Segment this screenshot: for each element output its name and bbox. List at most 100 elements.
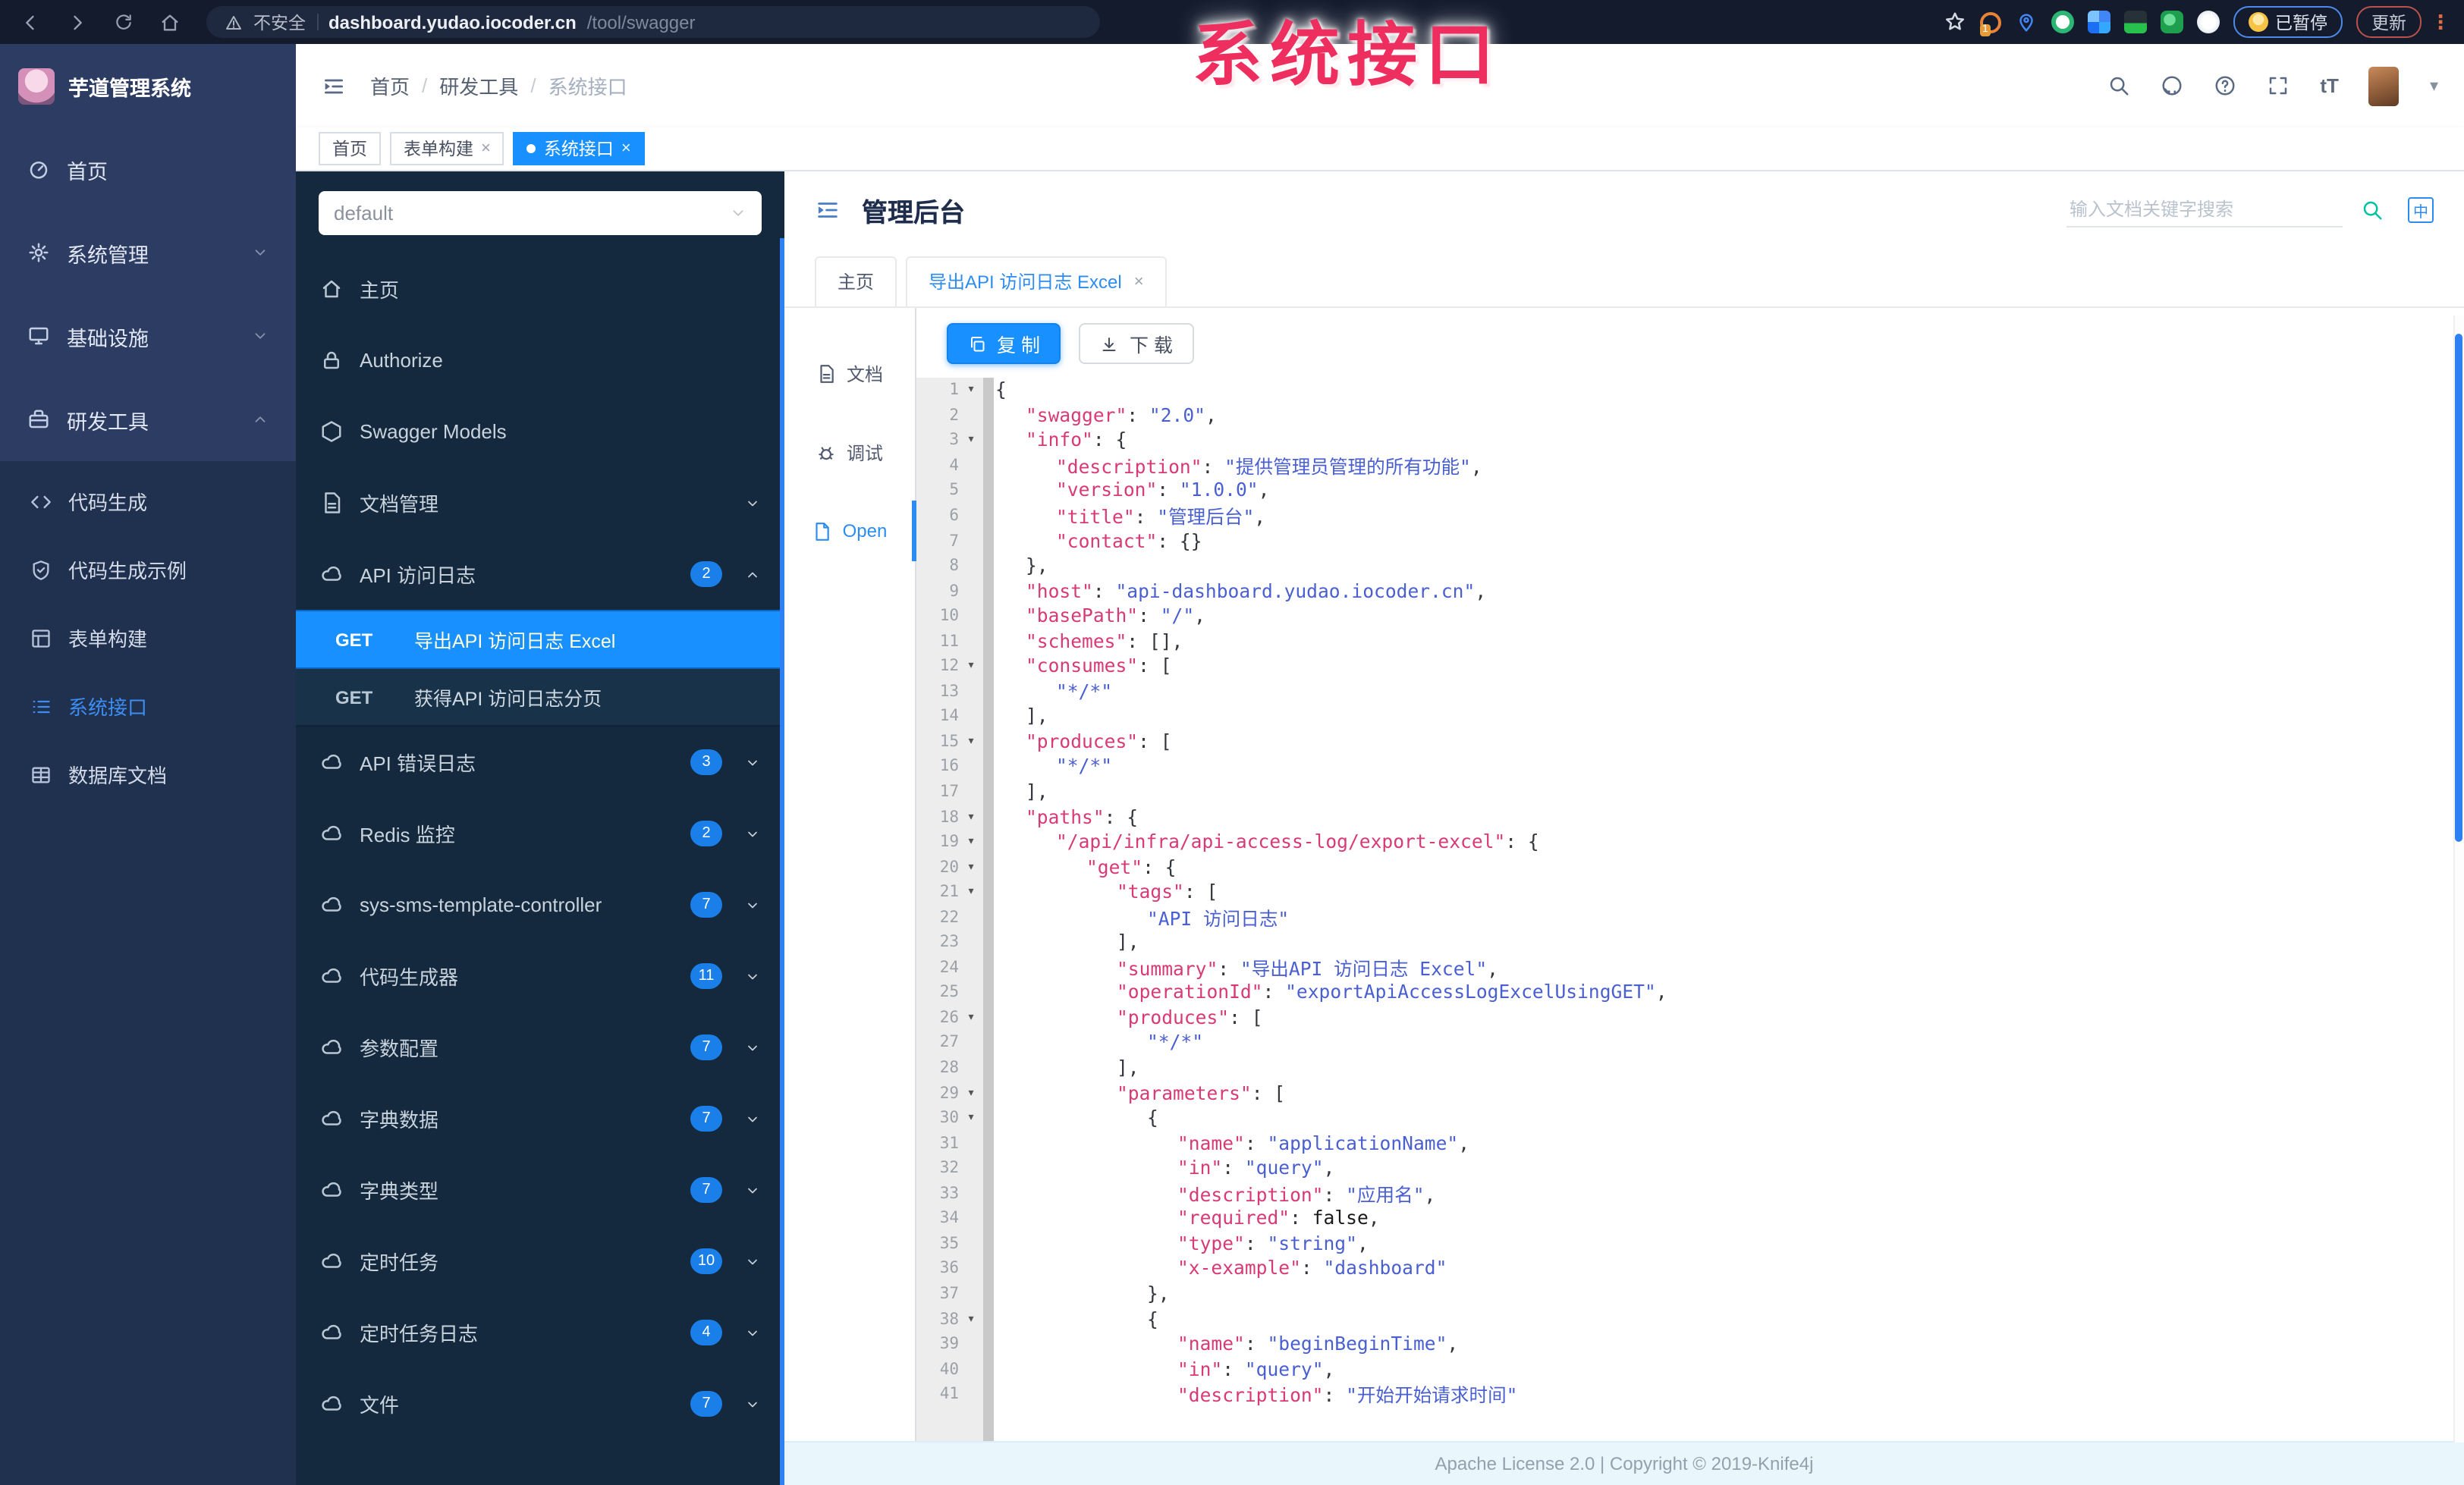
tag-tab[interactable]: 首页	[319, 132, 381, 165]
swagger-nav-item[interactable]: Swagger Models	[296, 396, 784, 467]
fold-caret-icon[interactable]: ▾	[959, 433, 983, 448]
doc-side-tab[interactable]: Open	[784, 499, 916, 563]
extension-icon[interactable]	[2123, 11, 2146, 33]
update-button[interactable]: 更新	[2356, 6, 2422, 38]
swagger-nav-item[interactable]: 文档管理	[296, 467, 784, 538]
breadcrumb-item[interactable]: 研发工具	[439, 71, 518, 100]
extension-icon[interactable]	[2160, 11, 2183, 33]
sidebar-subitem[interactable]: 代码生成	[0, 467, 296, 535]
doc-side-tab[interactable]: 文档	[784, 341, 915, 405]
doc-side-tab[interactable]: 调试	[784, 420, 915, 484]
extension-icon[interactable]	[2051, 11, 2073, 33]
swagger-nav-item[interactable]: 参数配置 7	[296, 1012, 784, 1083]
fold-caret-icon[interactable]: ▾	[959, 809, 983, 824]
code-editor[interactable]: 1 ▾{2 "swagger": "2.0", 3 ▾ "info": {4 "descri…	[916, 378, 2464, 1441]
doc-tab[interactable]: 主页	[815, 256, 897, 306]
bookmark-star-icon[interactable]	[1943, 11, 1966, 33]
github-icon[interactable]	[2161, 74, 2183, 97]
swagger-nav-item[interactable]: 文件 7	[296, 1368, 784, 1439]
sidebar-item[interactable]: 系统管理	[0, 211, 296, 294]
code-line: 1 ▾ {	[916, 378, 2464, 403]
fold-caret-icon[interactable]: ▾	[959, 1110, 983, 1126]
fold-caret-icon[interactable]: ▾	[959, 1010, 983, 1025]
language-toggle[interactable]: 中	[2408, 196, 2434, 222]
line-number: 28	[939, 1059, 959, 1078]
token: "开始开始请求时间"	[1346, 1385, 1518, 1407]
swagger-nav-item[interactable]: 代码生成器 11	[296, 940, 784, 1012]
collapse-sidebar-icon[interactable]	[322, 74, 346, 98]
extension-pin-icon[interactable]	[2014, 11, 2037, 33]
breadcrumb-item[interactable]: 首页	[370, 71, 410, 100]
collapse-doc-nav-icon[interactable]	[815, 196, 841, 222]
group-select[interactable]: default	[319, 191, 762, 235]
fullscreen-icon[interactable]	[2267, 74, 2290, 97]
token: : [	[1183, 881, 1218, 903]
code-text: ],	[983, 1057, 2464, 1078]
scrollbar-track[interactable]	[2453, 316, 2464, 1443]
swagger-nav-item[interactable]: sys-sms-template-controller 7	[296, 869, 784, 940]
swagger-nav-item[interactable]: 字典类型 7	[296, 1154, 784, 1226]
browser-home-icon[interactable]	[159, 11, 181, 33]
fold-caret-icon[interactable]: ▾	[959, 383, 983, 398]
tag-tab[interactable]: 表单构建 ×	[390, 132, 504, 165]
fold-caret-icon[interactable]: ▾	[959, 1085, 983, 1100]
doc-search-icon[interactable]	[2361, 198, 2384, 221]
close-icon[interactable]: ×	[621, 140, 631, 158]
swagger-nav-item[interactable]: API 访问日志 2	[296, 538, 784, 610]
close-icon[interactable]: ×	[1134, 272, 1144, 290]
sidebar-subitem[interactable]: 代码生成示例	[0, 535, 296, 604]
code-line: 29 ▾ "parameters": [	[916, 1081, 2464, 1106]
sidebar-subitem[interactable]: 系统接口	[0, 672, 296, 740]
fold-caret-icon[interactable]: ▾	[959, 1311, 983, 1326]
extension-icon[interactable]: 1	[1979, 11, 2000, 36]
fold-caret-icon[interactable]: ▾	[959, 834, 983, 849]
swagger-nav-item[interactable]: Redis 监控 2	[296, 798, 784, 869]
search-icon[interactable]	[2107, 74, 2130, 97]
swagger-api-item[interactable]: GET 获得API 访问日志分页	[296, 669, 784, 727]
fold-caret-icon[interactable]: ▾	[959, 659, 983, 674]
avatar[interactable]	[2368, 66, 2400, 105]
doc-search-input[interactable]	[2066, 192, 2343, 227]
doc-tab[interactable]: 导出API 访问日志 Excel ×	[906, 256, 1167, 306]
swagger-nav-item[interactable]: 字典数据 7	[296, 1083, 784, 1154]
address-bar[interactable]: 不安全 dashboard.yudao.iocoder.cn /tool/swa…	[206, 6, 1100, 38]
chev-icon	[252, 411, 269, 428]
sidebar-item[interactable]: 研发工具	[0, 378, 296, 461]
download-button[interactable]: 下 载	[1079, 323, 1194, 364]
swagger-nav-item[interactable]: 定时任务日志 4	[296, 1297, 784, 1368]
swagger-api-item[interactable]: GET 导出API 访问日志 Excel	[296, 610, 784, 669]
paused-extension-pill[interactable]: 已暂停	[2233, 6, 2343, 38]
help-icon[interactable]	[2214, 74, 2236, 97]
copy-button[interactable]: 复 制	[947, 323, 1061, 364]
sidebar-item[interactable]: 基础设施	[0, 294, 296, 378]
close-icon[interactable]: ×	[481, 140, 491, 158]
swagger-nav-item[interactable]: 定时任务 10	[296, 1226, 784, 1297]
extension-icon[interactable]	[2087, 11, 2110, 33]
breadcrumb-item[interactable]: 系统接口	[548, 71, 627, 100]
code-text: "in": "query",	[983, 1358, 2464, 1380]
sidebar-subitem[interactable]: 数据库文档	[0, 740, 296, 808]
avatar-caret-icon[interactable]: ▾	[2430, 76, 2438, 96]
extension-icon[interactable]	[2196, 11, 2219, 33]
fold-caret-icon[interactable]: ▾	[959, 859, 983, 874]
font-size-icon[interactable]: tT	[2320, 74, 2339, 97]
browser-menu-icon[interactable]: ⋮	[2431, 10, 2450, 34]
doc-title: 管理后台	[862, 198, 965, 227]
doc-icon	[320, 491, 343, 514]
swagger-nav-item[interactable]: 主页	[296, 253, 784, 325]
chev-icon	[745, 969, 760, 984]
code-line: 9 "host": "api-dashboard.yudao.iocoder.cn…	[916, 579, 2464, 604]
sidebar-subitem[interactable]: 表单构建	[0, 604, 296, 672]
swagger-nav-item[interactable]: API 错误日志 3	[296, 727, 784, 798]
browser-forward-icon[interactable]	[67, 11, 88, 33]
sidebar-item[interactable]: 首页	[0, 127, 296, 211]
swagger-nav-item[interactable]: Authorize	[296, 325, 784, 396]
browser-back-icon[interactable]	[20, 11, 41, 33]
scrollbar-thumb[interactable]	[2455, 334, 2462, 842]
fold-caret-icon[interactable]: ▾	[959, 884, 983, 899]
app-logo[interactable]: 芋道管理系统	[0, 44, 296, 127]
browser-refresh-icon[interactable]	[114, 12, 134, 32]
api-count-badge: 11	[690, 963, 722, 989]
fold-caret-icon[interactable]: ▾	[959, 734, 983, 749]
tag-tab[interactable]: 系统接口 ×	[513, 132, 645, 165]
